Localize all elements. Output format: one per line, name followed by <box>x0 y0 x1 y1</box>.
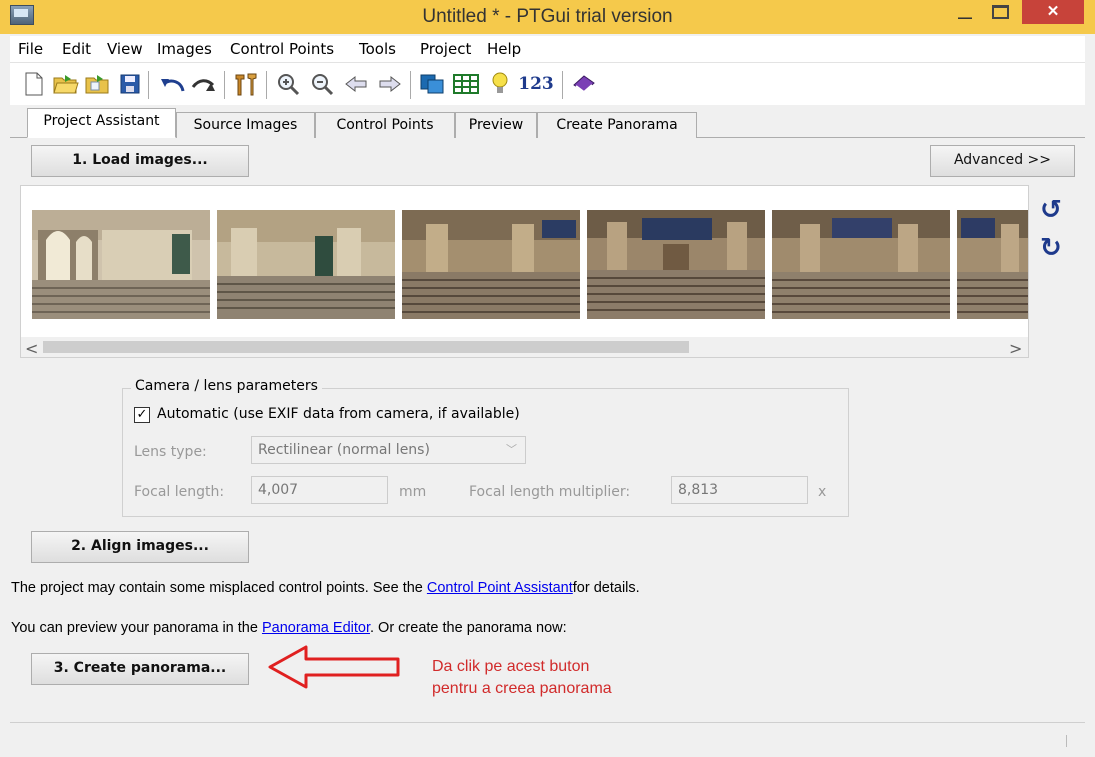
control-point-assistant-link[interactable]: Control Point Assistant <box>427 580 573 596</box>
lens-type-value: Rectilinear (normal lens) <box>258 442 430 458</box>
zoom-in-icon[interactable] <box>274 70 302 98</box>
image-thumbnail[interactable] <box>32 210 210 319</box>
red-arrow-annotation <box>268 645 400 689</box>
camera-lens-group: Camera / lens parameters ✓ Automatic (us… <box>122 378 849 517</box>
tab-control-points[interactable]: Control Points <box>315 112 455 138</box>
arrow-right-icon[interactable] <box>376 70 404 98</box>
message-text: The project may contain some misplaced c… <box>11 580 427 596</box>
open-folder-icon[interactable] <box>52 70 80 98</box>
save-icon[interactable] <box>116 70 144 98</box>
menu-edit[interactable]: Edit <box>62 40 91 58</box>
toolbar: 123 <box>10 63 1085 105</box>
tab-create-panorama[interactable]: Create Panorama <box>537 112 697 138</box>
create-panorama-button[interactable]: 3. Create panorama... <box>31 653 249 685</box>
image-thumbnail[interactable] <box>957 210 1028 319</box>
menu-bar: File Edit View Images Control Points Too… <box>10 36 1085 63</box>
close-button[interactable]: ✕ <box>1022 0 1084 24</box>
book-icon[interactable] <box>570 70 598 98</box>
preview-message: You can preview your panorama in the Pan… <box>11 620 567 636</box>
scroll-right-icon[interactable]: > <box>1009 339 1022 358</box>
open-recent-icon[interactable] <box>84 70 112 98</box>
title-bar[interactable]: Untitled * - PTGui trial version _ ✕ <box>0 0 1095 34</box>
status-bar <box>10 722 1085 751</box>
message-text: . Or create the panorama now: <box>369 620 567 636</box>
menu-view[interactable]: View <box>107 40 143 58</box>
toolbar-separator <box>410 71 411 99</box>
chevron-down-icon: ﹀ <box>506 443 517 456</box>
message-text: You can preview your panorama in the <box>11 620 262 636</box>
menu-control-points[interactable]: Control Points <box>230 40 334 58</box>
annotation-line-1: Da clik pe acest buton <box>432 658 590 675</box>
misplaced-points-message: The project may contain some misplaced c… <box>11 580 640 596</box>
toolbar-separator <box>266 71 267 99</box>
scrollbar-thumb[interactable] <box>43 341 689 353</box>
scroll-left-icon[interactable]: < <box>25 339 38 358</box>
image-thumbnail[interactable] <box>217 210 395 319</box>
table-icon[interactable] <box>452 70 480 98</box>
panorama-editor-link[interactable]: Panorama Editor <box>262 620 370 636</box>
multiplier-unit-label: x <box>818 484 827 500</box>
annotation-line-2: pentru a creea panorama <box>432 680 612 697</box>
undo-icon[interactable] <box>158 70 186 98</box>
tab-preview[interactable]: Preview <box>455 112 537 138</box>
menu-help[interactable]: Help <box>487 40 521 58</box>
app-window: Untitled * - PTGui trial version _ ✕ Fil… <box>0 0 1095 757</box>
multiplier-input[interactable]: 8,813 <box>671 476 808 504</box>
minimize-button[interactable]: _ <box>950 0 980 24</box>
automatic-checkbox[interactable]: ✓ <box>134 407 150 423</box>
align-images-button[interactable]: 2. Align images... <box>31 531 249 563</box>
menu-images[interactable]: Images <box>157 40 212 58</box>
panorama-editor-icon[interactable] <box>418 70 446 98</box>
tab-project-assistant[interactable]: Project Assistant <box>27 108 176 138</box>
load-images-button[interactable]: 1. Load images... <box>31 145 249 177</box>
lens-type-select[interactable]: Rectilinear (normal lens) ﹀ <box>251 436 526 464</box>
group-legend: Camera / lens parameters <box>131 378 322 394</box>
focal-unit-label: mm <box>399 484 427 500</box>
window-title: Untitled * - PTGui trial version <box>422 6 673 27</box>
focal-length-label: Focal length: <box>134 484 225 500</box>
menu-file[interactable]: File <box>18 40 43 58</box>
tab-source-images[interactable]: Source Images <box>176 112 315 138</box>
arrow-left-icon[interactable] <box>342 70 370 98</box>
toolbar-separator <box>562 71 563 99</box>
tab-bar: Project Assistant Source Images Control … <box>10 107 1085 138</box>
toolbar-separator <box>148 71 149 99</box>
tools-icon[interactable] <box>232 70 260 98</box>
rotate-left-icon[interactable]: ↺ <box>1040 195 1062 225</box>
new-file-icon[interactable] <box>20 70 48 98</box>
menu-project[interactable]: Project <box>420 40 471 58</box>
rotate-right-icon[interactable]: ↻ <box>1040 233 1062 263</box>
numbering-button[interactable]: 123 <box>516 70 556 98</box>
image-thumbnail[interactable] <box>772 210 950 319</box>
toolbar-separator <box>224 71 225 99</box>
image-thumbnail[interactable] <box>402 210 580 319</box>
lens-type-label: Lens type: <box>134 444 207 460</box>
advanced-button[interactable]: Advanced >> <box>930 145 1075 177</box>
maximize-button[interactable] <box>983 0 1013 24</box>
image-thumbnail[interactable] <box>587 210 765 319</box>
horizontal-scrollbar[interactable]: < > <box>21 337 1028 358</box>
lightbulb-icon[interactable] <box>486 70 514 98</box>
zoom-out-icon[interactable] <box>308 70 336 98</box>
automatic-label: Automatic (use EXIF data from camera, if… <box>157 406 520 422</box>
focal-length-input[interactable]: 4,007 <box>251 476 388 504</box>
image-strip: < > <box>20 185 1029 358</box>
message-text: for details. <box>572 580 640 596</box>
project-assistant-panel: 1. Load images... Advanced >> < > ↺ ↻ Ca… <box>10 137 1085 719</box>
multiplier-label: Focal length multiplier: <box>469 484 631 500</box>
redo-icon[interactable] <box>190 70 218 98</box>
menu-tools[interactable]: Tools <box>359 40 396 58</box>
resize-grip[interactable] <box>1066 735 1079 747</box>
